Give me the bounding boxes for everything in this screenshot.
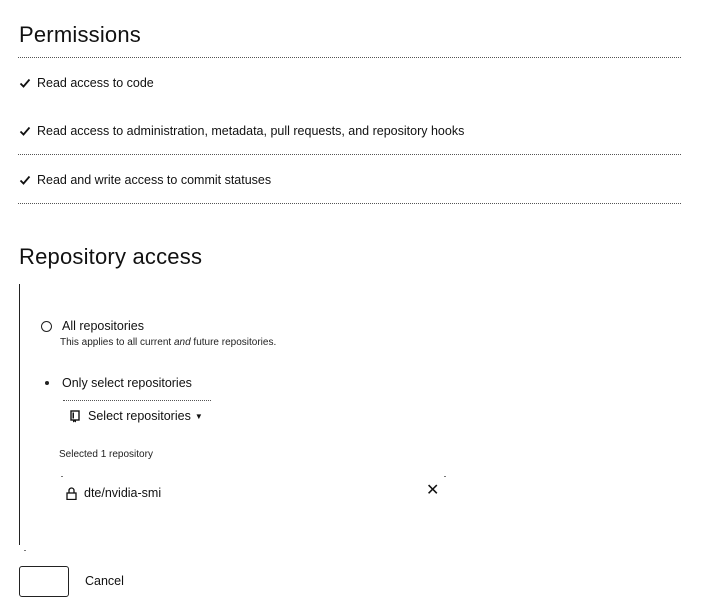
check-icon — [19, 174, 31, 186]
separator-mark — [61, 476, 63, 477]
check-icon — [19, 125, 31, 137]
radio-unselected-icon[interactable] — [41, 320, 52, 332]
description-emphasis: and — [173, 337, 191, 348]
repo-name: dte/nvidia-smi — [84, 486, 162, 500]
divider — [18, 57, 681, 58]
only-select-repositories-option[interactable]: Only select repositories — [41, 376, 192, 390]
check-icon — [19, 77, 31, 89]
permission-item: Read access to administration, metadata,… — [19, 123, 464, 139]
lock-icon — [66, 486, 77, 500]
select-repositories-button[interactable]: Select repositories ▼ — [70, 407, 203, 425]
divider — [18, 154, 681, 155]
separator-mark — [24, 550, 26, 551]
selected-count: Selected 1 repository — [59, 449, 153, 460]
page: Permissions Read access to code Read acc… — [0, 0, 710, 612]
repository-icon — [70, 409, 80, 423]
separator-mark — [444, 476, 446, 477]
description-text: future repositories. — [190, 337, 277, 348]
permission-item: Read and write access to commit statuses — [19, 172, 271, 188]
repository-access-heading: Repository access — [19, 244, 203, 269]
remove-repo-x-icon[interactable]: ✕ — [426, 483, 439, 499]
selected-repo-item: dte/nvidia-smi — [66, 486, 161, 500]
permissions-heading: Permissions — [19, 22, 142, 47]
description-text: This applies to all current — [60, 337, 174, 348]
radio-label: All repositories — [62, 319, 144, 333]
confirm-button[interactable] — [19, 566, 69, 597]
permission-label: Read and write access to commit statuses — [37, 173, 272, 187]
all-repositories-description: This applies to all current and future r… — [60, 337, 276, 348]
cancel-button[interactable]: Cancel — [85, 574, 124, 588]
divider — [18, 203, 681, 204]
permission-item: Read access to code — [19, 75, 154, 91]
permission-label: Read access to administration, metadata,… — [37, 124, 465, 138]
permission-label: Read access to code — [37, 76, 154, 90]
caret-down-icon: ▼ — [194, 411, 203, 421]
radio-selected-icon[interactable] — [41, 378, 52, 389]
select-repositories-label: Select repositories — [88, 409, 191, 423]
divider — [63, 400, 211, 401]
repository-access-border — [19, 284, 20, 545]
all-repositories-option[interactable]: All repositories — [41, 319, 144, 333]
radio-label: Only select repositories — [62, 376, 192, 390]
